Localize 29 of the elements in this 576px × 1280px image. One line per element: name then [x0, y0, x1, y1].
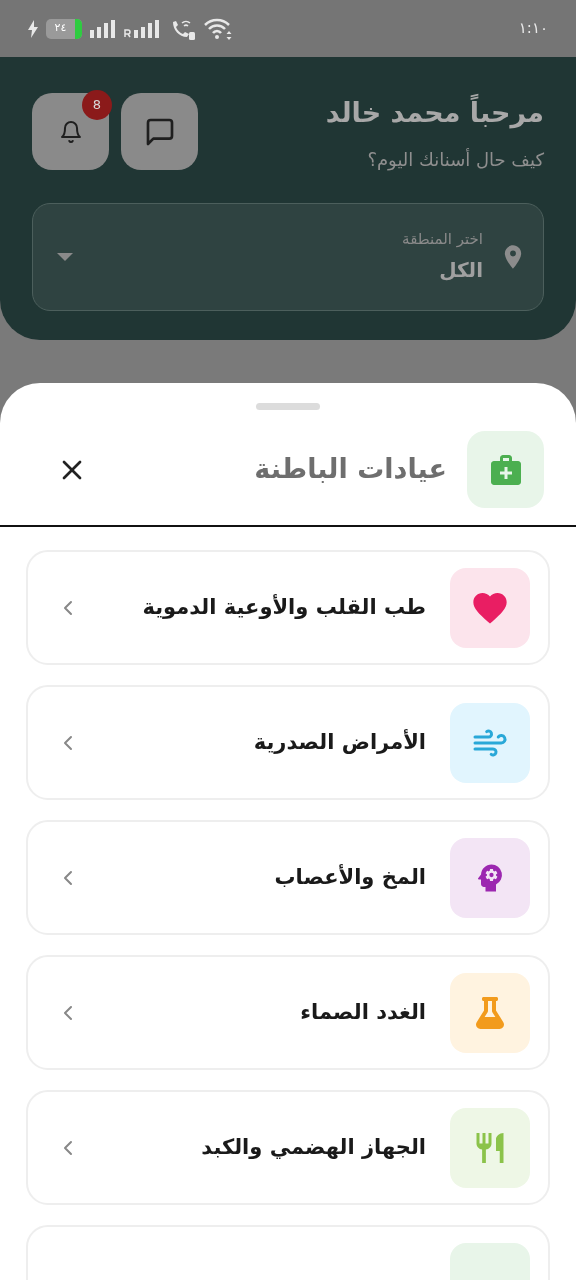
region-value: الكل: [438, 256, 483, 284]
specialty-card[interactable]: الغدد الصماء: [26, 955, 550, 1070]
roaming-signal-icon: [124, 19, 162, 38]
greeting: مرحباً محمد خالد: [325, 93, 544, 134]
sheet-title: عيادات الباطنة: [253, 452, 447, 487]
battery-icon: ٢٤: [46, 18, 82, 39]
messages-button[interactable]: [121, 93, 198, 170]
specialty-title: المخ والأعصاب: [273, 863, 426, 891]
specialty-card[interactable]: طب القلب والأوعية الدموية: [26, 550, 550, 665]
specialty-card[interactable]: الجهاز الهضمي والكبد: [26, 1090, 550, 1205]
subtitle: كيف حال أسنانك اليوم؟: [366, 147, 544, 173]
region-label: اختر المنطقة: [401, 229, 483, 251]
signal-icon: [90, 19, 116, 38]
wifi-icon: [204, 17, 234, 40]
specialty-title: الجهاز الهضمي والكبد: [200, 1133, 426, 1161]
clock: ١:١٠: [518, 18, 548, 40]
notification-button[interactable]: [32, 93, 109, 170]
bell-icon: [58, 119, 83, 144]
region-dropdown[interactable]: اختر المنطقة الكل: [32, 202, 544, 311]
flask-icon: [474, 997, 506, 1029]
specialty-card[interactable]: الأمراض الصدرية: [26, 685, 550, 800]
specialty-title: الغدد الصماء: [299, 998, 426, 1026]
specialty-card[interactable]: المخ والأعصاب: [26, 820, 550, 935]
specialty-title: طب القلب والأوعية الدموية: [141, 593, 426, 621]
notification-badge: 8: [82, 90, 112, 120]
dropdown-caret-icon: [57, 252, 73, 261]
drag-handle[interactable]: [256, 403, 320, 410]
charging-icon: [28, 19, 38, 38]
specialty-title: الأمراض الصدرية: [252, 728, 426, 756]
